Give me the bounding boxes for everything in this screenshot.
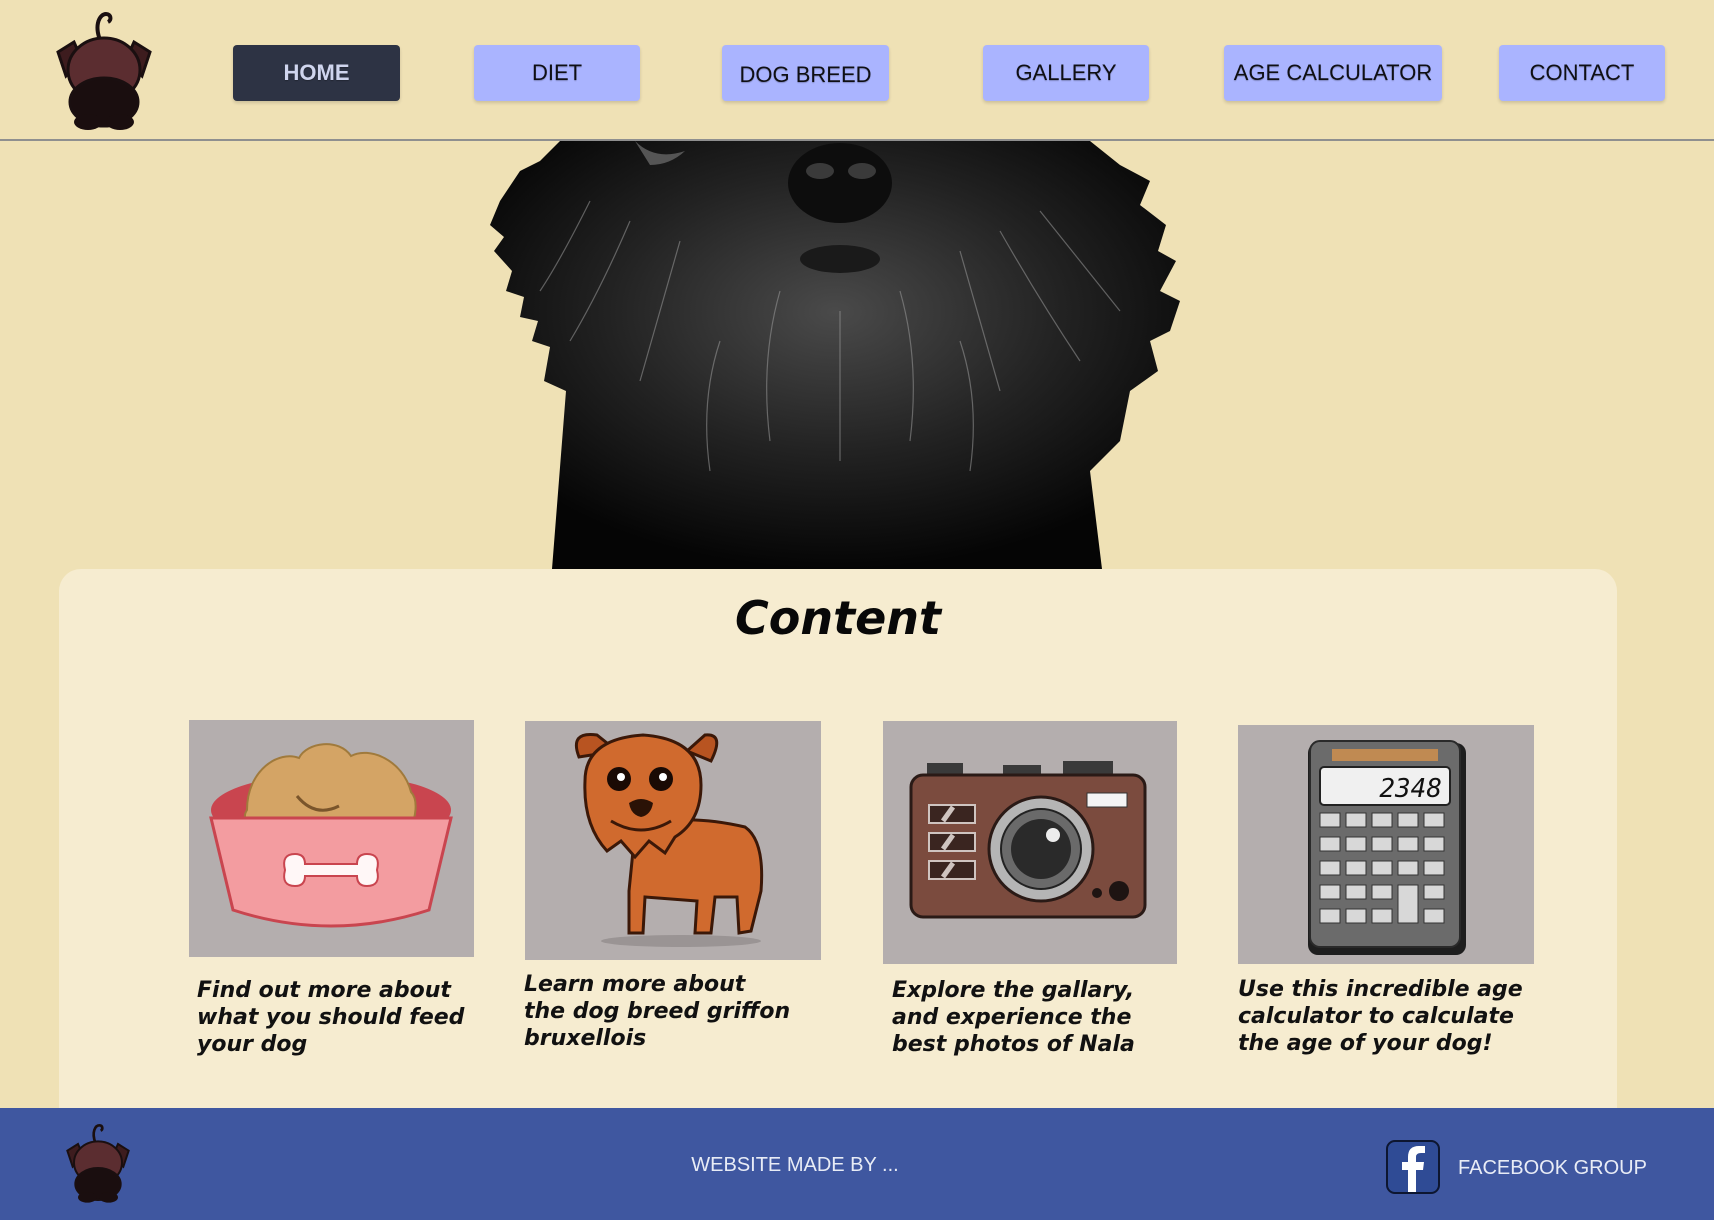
- footer-credit: WEBSITE MADE BY ...: [691, 1154, 899, 1176]
- content-title: Content: [734, 591, 942, 645]
- dog-breed-card-image[interactable]: [525, 721, 821, 960]
- nav-gallery-button[interactable]: GALLERY: [983, 45, 1149, 101]
- dog-portrait-photo: [490, 141, 1180, 569]
- age-calculator-card-image[interactable]: 2348: [1238, 725, 1534, 964]
- gallery-card-text: Explore the gallary, and experience the …: [892, 978, 1135, 1057]
- dog-breed-card-text: Learn more about the dog breed griffon b…: [524, 972, 791, 1051]
- calculator-display: 2348: [1379, 774, 1442, 804]
- calculator-icon: 2348: [1308, 740, 1466, 955]
- dog-logo-icon[interactable]: [66, 1122, 130, 1206]
- nav-home-button[interactable]: HOME: [233, 45, 400, 101]
- dog-bowl-icon: [209, 743, 453, 928]
- content-panel: Content Find out more about what you sho…: [59, 569, 1617, 1109]
- diet-card-image[interactable]: [189, 720, 474, 957]
- gallery-card-image[interactable]: [883, 721, 1177, 964]
- camera-icon: [909, 761, 1147, 919]
- site-header: HOME DIET DOG BREED GALLERY AGE CALCULAT…: [0, 0, 1714, 141]
- facebook-group-link[interactable]: FACEBOOK GROUP: [1458, 1157, 1647, 1180]
- site-footer: WEBSITE MADE BY ... FACEBOOK GROUP: [0, 1108, 1714, 1220]
- nav-age-calculator-button[interactable]: AGE CALCULATOR: [1224, 45, 1442, 101]
- diet-card-text: Find out more about what you should feed…: [197, 978, 465, 1057]
- nav-contact-button[interactable]: CONTACT: [1499, 45, 1665, 101]
- dog-breed-icon: [574, 732, 764, 947]
- age-calculator-card-text: Use this incredible age calculator to ca…: [1238, 977, 1523, 1056]
- nav-dog-breed-button[interactable]: DOG BREED: [722, 45, 889, 101]
- dog-logo-icon[interactable]: [56, 10, 152, 134]
- nav-diet-button[interactable]: DIET: [474, 45, 640, 101]
- facebook-icon[interactable]: [1386, 1140, 1440, 1194]
